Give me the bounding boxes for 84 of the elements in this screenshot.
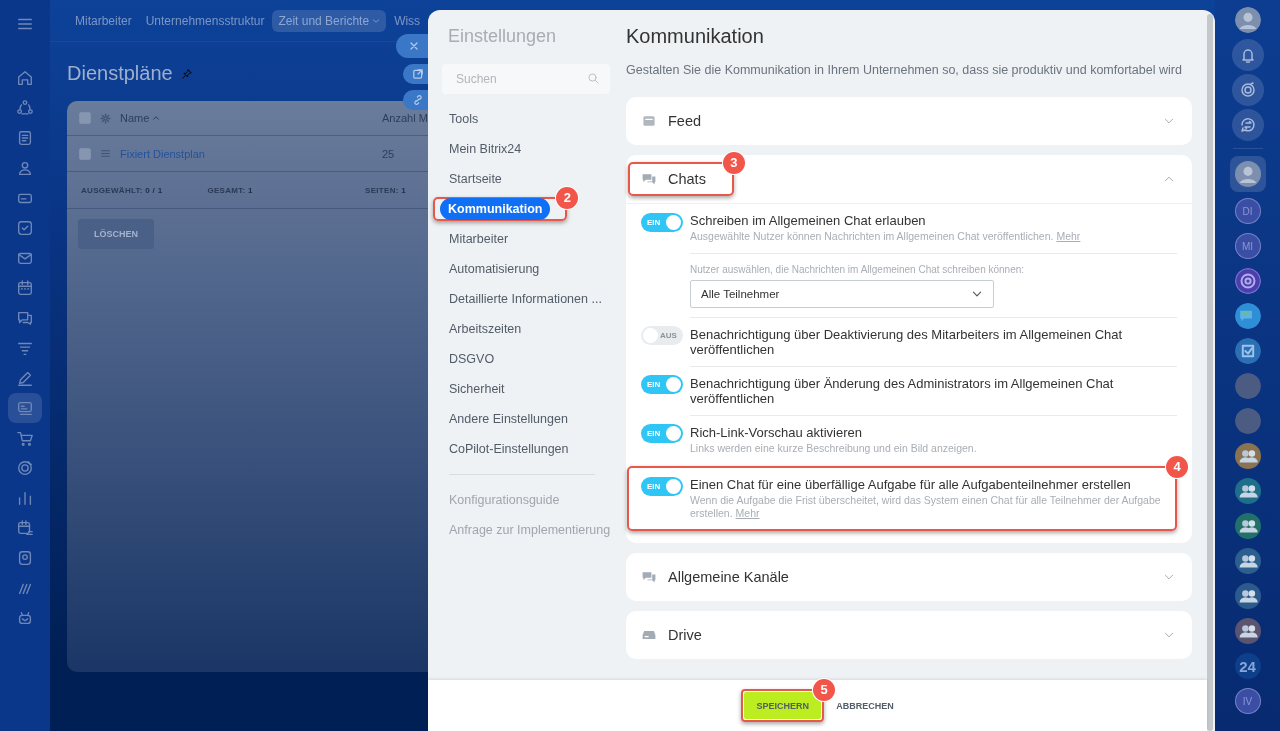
group-icon[interactable] (1234, 583, 1261, 609)
section-title: Kommunikation (626, 25, 765, 48)
group-icon[interactable] (1234, 443, 1261, 469)
option-title: Schreiben im Allgemeinen Chat erlauben (690, 213, 927, 228)
menu-item[interactable]: DSGVO (449, 352, 495, 366)
search-field[interactable]: Suchen (442, 64, 610, 94)
option-description: Wenn die Aufgabe die Frist überscheitet, wird das System einen Chat für alle Teilnehmer der Aufgabe erstellen. Mehr (690, 494, 1162, 520)
menu-item[interactable]: Tools (449, 112, 479, 126)
target-icon[interactable] (1231, 74, 1264, 106)
select-field[interactable]: Alle Teilnehmer (690, 280, 994, 308)
pin-icon (180, 67, 193, 80)
group-icon[interactable] (1234, 548, 1261, 574)
group-icon[interactable] (1234, 618, 1261, 644)
avatar-initials[interactable]: IV (1234, 688, 1261, 714)
card-title: Allgemeine Kanäle (668, 569, 789, 585)
toggle-switch[interactable]: EIN (641, 424, 683, 443)
table-cell-text: 25 (382, 147, 396, 160)
sort-caret-icon (152, 114, 161, 122)
row-link[interactable]: Fixiert Dienstplan (120, 147, 205, 160)
save-button[interactable]: SPEICHERN (744, 692, 822, 719)
option-description: Ausgewählte Nutzer können Nachrichten im Allgemeinen Chat veröffentlichen. Mehr (690, 230, 1082, 243)
toggle-switch[interactable]: AUS (641, 326, 683, 345)
menu-item[interactable]: Kommunikation (440, 198, 551, 220)
menu-item[interactable]: Startseite (449, 172, 502, 186)
grid-stat: GESAMT: 1 (207, 185, 253, 195)
nav-tab[interactable]: Mitarbeiter (69, 9, 138, 32)
toggle-switch[interactable]: EIN (641, 213, 683, 232)
step-badge: 5 (813, 679, 836, 701)
page-title: Dienstpläne (67, 62, 173, 85)
menu-item[interactable]: Mein Bitrix24 (449, 142, 522, 156)
nav-tab[interactable]: Zeit und Berichte (272, 9, 387, 32)
card-title: Chats (668, 171, 706, 187)
grid-stat: AUSGEWÄHLT: 0 / 1 (81, 185, 163, 195)
menu-item[interactable]: CoPilot-Einstellungen (449, 442, 569, 456)
menu-item[interactable]: Sicherheit (449, 382, 505, 396)
group-icon[interactable] (1234, 478, 1261, 504)
column-header[interactable]: Name (120, 112, 150, 124)
checkbox[interactable] (79, 147, 91, 160)
card-list-icon[interactable] (8, 393, 42, 423)
column-header: Anzahl M (382, 112, 428, 124)
guide-link[interactable]: Anfrage zur Implementierung (449, 523, 611, 537)
chat-icon (641, 569, 657, 585)
bell-icon[interactable] (1231, 39, 1264, 71)
card-title: Feed (668, 113, 702, 129)
toggle-switch[interactable]: EIN (641, 477, 683, 496)
step-badge: 2 (556, 187, 579, 209)
option-title: Einen Chat für eine überfällige Aufgabe für alle Aufgabenteilnehmer erstellen (690, 477, 1132, 492)
field-label: Nutzer auswählen, die Nachrichten im Allgemeinen Chat schreiben können: (690, 264, 1026, 275)
option-description: Links werden eine kurze Beschreibung und ein Bild anzeigen. (690, 442, 978, 455)
more-link[interactable]: Mehr (735, 507, 760, 519)
chat-icon (641, 171, 657, 187)
card-title: Drive (668, 627, 702, 643)
grid-stat: SEITEN: 1 (365, 185, 406, 195)
option-title: Benachrichtigung über Deaktivierung des Mitarbeiters im Allgemeinen Chat veröffentlichen (690, 327, 1124, 357)
gear-icon (100, 112, 111, 124)
chat-sync-icon[interactable] (1231, 109, 1264, 141)
step-badge: 4 (1166, 456, 1188, 478)
section-description: Gestalten Sie die Kommunikation in Ihrem Unternehmen so, dass sie produktiv und komfortabel wird (626, 62, 1183, 79)
nav-tab[interactable]: Unternehmensstruktur (139, 9, 271, 32)
guide-link[interactable]: Konfigurationsguide (449, 493, 560, 507)
feed-icon (641, 113, 657, 129)
search-icon (587, 72, 600, 85)
menu-item[interactable]: Detaillierte Informationen ... (449, 292, 602, 306)
delete-button[interactable]: LÖSCHEN (78, 219, 154, 249)
caret-icon (372, 16, 381, 25)
option-title: Rich-Link-Vorschau aktivieren (690, 425, 863, 440)
menu-item[interactable]: Mitarbeiter (449, 232, 509, 246)
menu-item[interactable]: Arbeitszeiten (449, 322, 522, 336)
avatar-initials[interactable]: MI (1234, 233, 1261, 259)
group-icon[interactable] (1234, 513, 1261, 539)
avatar-initials[interactable]: DI (1234, 198, 1261, 224)
panel-title: Einstellungen (448, 26, 558, 48)
checkbox[interactable] (79, 112, 91, 124)
app-badge[interactable]: 24 (1234, 653, 1261, 679)
cancel-button[interactable]: ABBRECHEN (836, 700, 894, 711)
menu-item[interactable]: Automatisierung (449, 262, 540, 276)
drag-handle-icon (100, 148, 111, 159)
user-avatar[interactable] (1229, 156, 1266, 192)
nav-tab[interactable]: Wiss (388, 9, 427, 32)
menu-item[interactable]: Andere Einstellungen (449, 412, 568, 426)
more-link[interactable]: Mehr (1056, 230, 1081, 242)
step-badge: 3 (722, 152, 745, 174)
toggle-switch[interactable]: EIN (641, 375, 683, 394)
option-title: Benachrichtigung über Änderung des Administrators im Allgemeinen Chat veröffentlichen (690, 376, 1115, 406)
